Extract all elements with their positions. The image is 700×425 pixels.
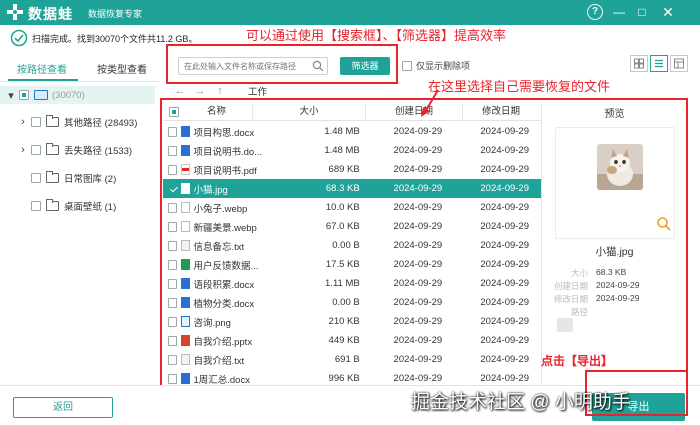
tree-item-lost-paths[interactable]: › 丢失路径 (1533) [18, 141, 132, 159]
show-deleted-toggle[interactable]: 仅显示删除项 [402, 59, 470, 72]
back-arrow-icon[interactable]: ← [170, 85, 190, 97]
check-circle-icon [10, 29, 28, 47]
annotation-top: 可以通过使用【搜索框】、【筛选器】提高效率 [246, 28, 507, 43]
tree-root[interactable]: ▾ (30070) [0, 86, 155, 104]
scan-status-text: 扫描完成。找到30070个文件共11.2 GB。 [32, 33, 198, 44]
folder-icon [46, 115, 59, 127]
close-button[interactable]: ✕ [660, 4, 676, 20]
tree-root-checkbox[interactable] [19, 90, 29, 100]
tree-item-label: 其他路径 (28493) [64, 118, 138, 129]
folder-icon [46, 143, 59, 155]
tree-item-label: 桌面壁纸 (1) [64, 202, 117, 213]
folder-icon [46, 171, 59, 183]
view-tabs: 按路径查看 按类型查看 [0, 57, 160, 81]
up-arrow-icon[interactable]: ↑ [210, 85, 230, 97]
chevron-down-icon[interactable]: ▾ [6, 89, 16, 102]
filter-button[interactable]: 筛选器 [340, 57, 390, 75]
tree-item-label: 丢失路径 (1533) [64, 146, 133, 157]
show-deleted-checkbox[interactable] [402, 60, 412, 71]
show-deleted-label: 仅显示删除项 [416, 61, 471, 71]
view-mode-switch [628, 55, 688, 72]
chevron-right-icon[interactable]: › [18, 144, 28, 156]
annotation-box-file-list [160, 98, 688, 388]
sidebar-divider [0, 81, 160, 82]
annotation-middle: 在这里选择自己需要恢复的文件 [428, 79, 611, 94]
tree-item-checkbox[interactable] [31, 173, 41, 183]
tab-by-type[interactable]: 按类型查看 [97, 61, 147, 76]
tree-item-desktop-wallpaper[interactable]: 桌面壁纸 (1) [31, 197, 116, 215]
path-nav-bar: ← → ↑ 工作 [170, 84, 268, 98]
search-box[interactable] [178, 57, 328, 75]
list-view-icon [655, 59, 663, 68]
folder-icon [46, 199, 59, 211]
minimize-button[interactable]: — [611, 4, 627, 20]
detail-view-icon [674, 58, 684, 69]
annotation-bottom: 点击【导出】 [541, 354, 614, 368]
grid-view-button[interactable] [630, 55, 648, 72]
tree-item-checkbox[interactable] [31, 145, 41, 155]
title-bar: 数据蛙 数据恢复专家 ? — □ ✕ [0, 0, 700, 25]
app-name: 数据蛙 [28, 6, 73, 22]
chevron-right-icon[interactable]: › [18, 116, 28, 128]
help-button[interactable]: ? [587, 4, 603, 20]
current-path: 工作 [248, 87, 268, 98]
grid-view-icon [634, 58, 644, 69]
search-input[interactable] [179, 58, 309, 74]
tree-item-checkbox[interactable] [31, 117, 41, 127]
tree-item-other-paths[interactable]: › 其他路径 (28493) [18, 113, 137, 131]
search-icon[interactable] [312, 60, 324, 72]
forward-arrow-icon[interactable]: → [190, 85, 210, 97]
detail-view-button[interactable] [670, 55, 688, 72]
app-logo-icon [7, 4, 23, 20]
app-subtitle: 数据恢复专家 [88, 9, 143, 19]
tree-item-checkbox[interactable] [31, 201, 41, 211]
list-view-button[interactable] [650, 55, 668, 72]
tree-item-daily-gallery[interactable]: 日常图库 (2) [31, 169, 116, 187]
watermark: 掘金技术社区 @ 小明助手 [411, 392, 631, 413]
drive-icon [34, 90, 48, 100]
tab-by-path[interactable]: 按路径查看 [17, 61, 67, 76]
tree-item-label: 日常图库 (2) [64, 174, 117, 185]
maximize-button[interactable]: □ [634, 4, 650, 20]
tree-root-count: (30070) [52, 89, 85, 101]
back-button[interactable]: 返回 [13, 397, 113, 418]
annotation-arrow-icon [421, 89, 439, 117]
